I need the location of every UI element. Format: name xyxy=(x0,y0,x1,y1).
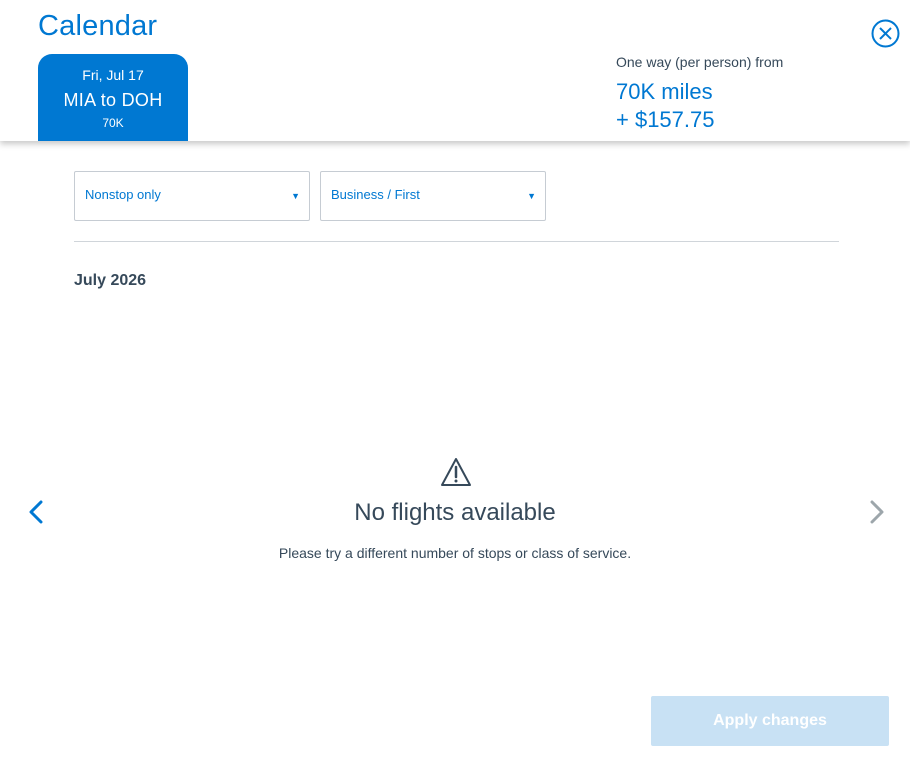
caret-down-icon: ▼ xyxy=(527,191,536,201)
page-title: Calendar xyxy=(38,10,158,42)
stops-select-value: Nonstop only xyxy=(85,187,161,202)
empty-state-title: No flights available xyxy=(354,499,556,526)
fare-cash: + $157.75 xyxy=(616,107,715,132)
fare-summary: One way (per person) from 70K miles + $1… xyxy=(616,54,783,134)
caret-down-icon: ▼ xyxy=(291,191,300,201)
tab-route: MIA to DOH xyxy=(63,90,163,110)
fare-miles: 70K miles xyxy=(616,79,713,104)
warning-triangle-icon xyxy=(440,457,472,487)
fare-label: One way (per person) from xyxy=(616,54,784,70)
cabin-select-value: Business / First xyxy=(331,187,420,202)
close-circle-icon xyxy=(871,19,900,48)
month-label: July 2026 xyxy=(74,272,147,289)
cabin-select[interactable]: Business / First ▼ xyxy=(320,171,546,221)
tab-date: Fri, Jul 17 xyxy=(82,67,144,83)
selected-date-tab[interactable]: Fri, Jul 17 MIA to DOH 70K xyxy=(38,54,188,141)
divider xyxy=(74,241,839,242)
calendar-header: Calendar Fri, Jul 17 MIA to DOH 70K One … xyxy=(0,0,910,141)
stops-select[interactable]: Nonstop only ▼ xyxy=(74,171,310,221)
apply-changes-button[interactable]: Apply changes xyxy=(651,696,889,746)
empty-state-message: Please try a different number of stops o… xyxy=(278,545,632,561)
close-button[interactable] xyxy=(871,19,900,48)
tab-miles: 70K xyxy=(102,116,124,130)
